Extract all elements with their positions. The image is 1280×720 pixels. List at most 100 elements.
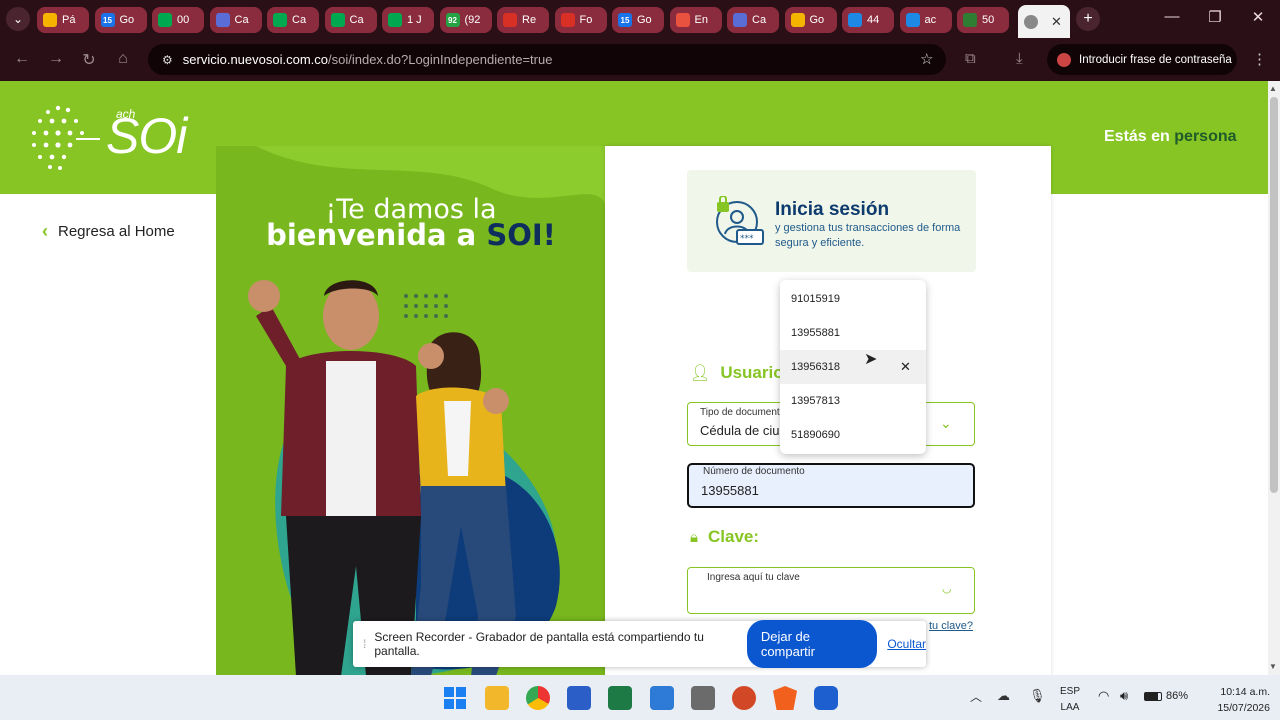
autocomplete-item[interactable]: 91015919 — [780, 282, 926, 316]
address-bar[interactable]: ⚙ servicio.nuevosoi.com.co/soi/index.do?… — [148, 44, 946, 75]
browser-tab[interactable]: 44 — [842, 7, 894, 33]
close-tab-icon[interactable]: ✕ — [1051, 14, 1062, 30]
meet-icon — [388, 13, 402, 27]
tab-label: Ca — [752, 14, 767, 26]
tab-label: Go — [637, 14, 652, 26]
reload-icon[interactable]: ↻ — [79, 50, 99, 70]
volume-icon[interactable]: 🔊︎ — [1120, 688, 1128, 704]
home-icon[interactable]: ⌂ — [113, 50, 133, 68]
clock-date: 15/07/2026 — [1217, 702, 1270, 714]
browser-tab[interactable]: Pá — [37, 7, 89, 33]
minimize-icon[interactable]: — — [1152, 8, 1192, 25]
svg-text:***: *** — [740, 234, 754, 244]
forward-icon[interactable]: → — [46, 50, 66, 68]
browser-tab[interactable]: Ca — [324, 7, 377, 33]
browser-tab[interactable]: 15 Go — [612, 7, 664, 33]
drive-icon — [43, 13, 57, 27]
tray-chevron-icon[interactable]: ︿ — [970, 688, 982, 705]
scroll-down-icon[interactable]: ▼ — [1269, 662, 1277, 671]
browser-tab[interactable]: 1 J — [382, 7, 434, 33]
language-line-2: LAA — [1060, 702, 1080, 713]
password-prompt-button[interactable]: Introducir frase de contraseña — [1047, 44, 1237, 75]
windows-start-icon[interactable] — [443, 686, 467, 710]
browser-tab[interactable]: Re — [497, 7, 549, 33]
eye-icon[interactable]: ◡ — [942, 582, 952, 595]
forgot-password-link[interactable]: tu clave? — [929, 620, 973, 632]
clock-time: 10:14 a.m. — [1220, 686, 1270, 698]
browser-tab[interactable]: 15 Go — [94, 7, 147, 33]
remove-suggestion-icon[interactable]: ✕ — [900, 359, 911, 375]
autocomplete-item[interactable]: 13956318 ✕ — [780, 350, 926, 384]
scrollbar-thumb[interactable] — [1270, 97, 1278, 493]
calculator-icon[interactable] — [691, 686, 715, 710]
restore-icon[interactable]: ❐ — [1195, 8, 1235, 26]
welcome-line-2-a: bienvenida a — [266, 218, 487, 252]
password-field[interactable]: Ingresa aquí tu clave ◡ — [687, 567, 975, 614]
extensions-icon[interactable]: ⧉ — [965, 50, 976, 67]
user-section-header: 👤︎ Usuario — [690, 363, 784, 383]
tab-label: Go — [809, 14, 825, 26]
excel-icon[interactable] — [608, 686, 632, 710]
stop-sharing-button[interactable]: Dejar de compartir — [746, 620, 878, 668]
tab-label: 50 — [982, 14, 995, 26]
wifi-icon[interactable]: ◠ — [1098, 688, 1109, 704]
screen-recorder-icon[interactable] — [814, 686, 838, 710]
browser-tab[interactable]: Ca — [209, 7, 262, 33]
browser-tab[interactable]: Fo — [554, 7, 607, 33]
autocomplete-item[interactable]: 13957813 — [780, 384, 926, 418]
scroll-up-icon[interactable]: ▲ — [1269, 84, 1277, 93]
browser-tab[interactable]: 50 — [957, 7, 1009, 33]
user-icon: 👤︎ — [690, 365, 711, 382]
autocomplete-item[interactable]: 13955881 — [780, 316, 926, 350]
windows-taskbar — [0, 675, 1280, 720]
welcome-panel: ¡Te damos la bienvenida a SOI! — [216, 146, 606, 676]
browser-tab[interactable]: Ca — [727, 7, 779, 33]
cloud-off-icon[interactable]: ☁ — [997, 688, 1010, 704]
word-icon[interactable] — [567, 686, 591, 710]
new-tab-button[interactable]: + — [1076, 7, 1100, 31]
browser-tab[interactable]: Go — [784, 7, 837, 33]
browser-tab[interactable]: ac — [899, 7, 952, 33]
brave-icon[interactable] — [773, 686, 797, 710]
back-home-link[interactable]: ‹ Regresa al Home — [42, 221, 175, 242]
card-icon — [215, 13, 230, 27]
close-window-icon[interactable]: ✕ — [1238, 8, 1278, 26]
doc-number-field[interactable]: Número de documento 13955881 — [687, 463, 975, 508]
site-settings-icon[interactable]: ⚙ — [162, 53, 173, 67]
autocomplete-item[interactable]: 51890690 — [780, 418, 926, 452]
persona-prefix: Estás en — [1104, 128, 1175, 145]
language-line-1: ESP — [1060, 686, 1081, 697]
download-icon[interactable]: ⤓ — [1016, 50, 1023, 67]
drag-handle-icon[interactable]: ⁞ — [363, 637, 366, 651]
share-message: Screen Recorder - Grabador de pantalla e… — [374, 630, 704, 658]
hide-button[interactable]: Ocultar — [887, 637, 926, 651]
lock-icon: 🔒︎ — [690, 528, 698, 546]
password-prompt-label: Introducir frase de contraseña — [1079, 53, 1232, 66]
globe-icon — [963, 13, 977, 27]
globe-icon — [1024, 14, 1038, 29]
browser-tab[interactable]: En — [669, 7, 722, 33]
tab-label: Ca — [234, 14, 249, 26]
tab-label: En — [694, 14, 708, 26]
tab-active[interactable]: ✕ — [1018, 5, 1070, 38]
tab-label: 00 — [177, 14, 190, 26]
microphone-icon[interactable]: 🎙︎ — [1029, 688, 1046, 704]
calendar-icon: 15 — [618, 13, 632, 27]
browser-tab[interactable]: 00 — [152, 7, 204, 33]
menu-icon[interactable]: ⋮ — [1252, 50, 1267, 68]
language-indicator[interactable]: ESP LAA — [1060, 684, 1080, 716]
back-icon[interactable]: ← — [12, 50, 32, 68]
tab-search-button[interactable]: ⌄ — [6, 7, 30, 31]
chrome-icon[interactable] — [526, 686, 550, 710]
user-section-title: Usuario — [720, 363, 784, 382]
bookmark-star-icon[interactable]: ☆ — [920, 50, 933, 68]
login-subtitle: y gestiona tus transacciones de forma se… — [775, 222, 961, 249]
photos-icon[interactable] — [650, 686, 674, 710]
clock[interactable]: 10:14 a.m. 15/07/2026 — [1195, 684, 1270, 716]
password-section-header: 🔒︎ Clave: — [690, 527, 759, 547]
battery-icon[interactable] — [1144, 692, 1162, 701]
file-explorer-icon[interactable] — [485, 686, 509, 710]
browser-tab[interactable]: Ca — [267, 7, 319, 33]
browser-tab[interactable]: 92 (92 — [439, 7, 492, 33]
powerpoint-icon[interactable] — [732, 686, 756, 710]
